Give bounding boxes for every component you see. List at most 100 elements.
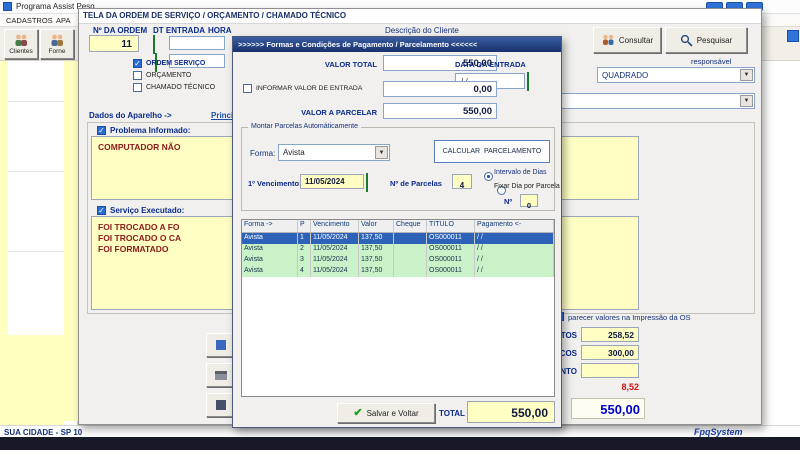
table-header-cell: Cheque xyxy=(394,220,427,232)
impressao-note: parecer valores na Impressão da OS xyxy=(568,313,691,322)
table-cell: OS000011 xyxy=(427,255,475,266)
toolbar-clientes-button[interactable]: Clientes xyxy=(4,29,38,59)
dialog-titlebar[interactable]: >>>>>> Formas e Condições de Pagamento /… xyxy=(233,37,561,52)
problema-label: Problema Informado: xyxy=(110,126,191,135)
responsavel-combo[interactable]: QUADRADO ▼ xyxy=(597,67,755,83)
table-cell: 11/05/2024 xyxy=(311,233,359,244)
chamado-tecnico-checkbox[interactable] xyxy=(133,83,142,92)
consultar-icon xyxy=(601,34,615,46)
order-number-label: Nº DA ORDEM xyxy=(93,26,148,35)
vencimento-value: 11/05/2024 xyxy=(305,177,345,186)
suppliers-icon xyxy=(49,34,65,47)
table-row[interactable]: Avista 3 11/05/2024 137,50 OS000011/ / xyxy=(242,255,554,266)
pesquisar-label: Pesquisar xyxy=(696,35,733,45)
desconto-field xyxy=(581,363,639,378)
table-header-cell: Vencimento xyxy=(311,220,359,232)
calendar-icon[interactable] xyxy=(527,72,529,91)
chamado-tecnico-label: CHAMADO TÉCNICO xyxy=(146,84,216,91)
n-field[interactable]: 0 xyxy=(520,194,538,210)
table-cell: OS000011 xyxy=(427,266,475,277)
n-value: 0 xyxy=(526,201,532,210)
calendar-icon[interactable] xyxy=(153,35,155,54)
ordem-servico-label: ORDEM SERVIÇO xyxy=(146,60,206,67)
payment-table[interactable]: Forma -> P Vencimento Valor Cheque TITULO Paga… xyxy=(241,219,555,397)
table-cell: 11/05/2024 xyxy=(311,244,359,255)
fixar-dia-label: Fixar Dia por Parcela xyxy=(494,183,560,190)
vencimento-field[interactable]: 11/05/2024 xyxy=(300,174,364,189)
consultar-button[interactable]: Consultar xyxy=(593,27,661,53)
menu-apa[interactable]: APA xyxy=(56,16,70,25)
valor-entrada-value: 0,00 xyxy=(473,84,493,95)
taskbar[interactable] xyxy=(0,437,800,450)
forma-label: Forma: xyxy=(250,149,276,158)
table-cell: 3 xyxy=(298,255,311,266)
servicos-total-value: 300,00 xyxy=(608,348,634,358)
grand-total-field: 550,00 xyxy=(571,398,645,419)
consultar-label: Consultar xyxy=(618,35,654,45)
produtos-total-field: 258,52 xyxy=(581,327,639,342)
servico-checkbox[interactable]: ✓ xyxy=(97,206,106,215)
intervalo-dias-radio[interactable] xyxy=(484,172,493,181)
table-cell xyxy=(394,255,427,266)
table-row[interactable]: Avista 4 11/05/2024 137,50 OS000011/ / xyxy=(242,266,554,277)
servico-label: Serviço Executado: xyxy=(110,206,185,215)
valor-parcelar-label: VALOR A PARCELAR xyxy=(301,108,377,117)
salvar-voltar-button[interactable]: ✔ Salvar e Voltar xyxy=(337,403,435,423)
table-cell: 137,50 xyxy=(359,255,394,266)
search-icon xyxy=(680,34,693,47)
ordem-servico-checkbox[interactable]: ✓ xyxy=(133,59,142,68)
produtos-total-value: 258,52 xyxy=(608,330,634,340)
table-header-cell: Forma -> xyxy=(242,220,298,232)
side-control-button[interactable] xyxy=(787,30,799,42)
valor-entrada-field[interactable]: 0,00 xyxy=(383,81,497,97)
intervalo-dias-label: Intervalo de Dias xyxy=(494,169,547,176)
calendar-icon[interactable] xyxy=(366,173,368,192)
table-cell: Avista xyxy=(242,266,298,277)
montar-parcelas-legend: Montar Parcelas Automáticamente xyxy=(248,123,361,130)
parcelas-label: Nº de Parcelas xyxy=(390,179,442,188)
responsavel-label: responsável xyxy=(691,57,732,66)
parcelas-field[interactable]: 4 xyxy=(452,174,472,190)
grand-total-value: 550,00 xyxy=(600,402,640,417)
table-cell: OS000011 xyxy=(427,244,475,255)
printer-icon xyxy=(215,370,227,380)
data-entrada-label: DATA DA ENTRADA xyxy=(455,60,526,69)
table-cell: 137,50 xyxy=(359,266,394,277)
table-row[interactable]: Avista 2 11/05/2024 137,50 OS000011/ / xyxy=(242,244,554,255)
table-header-cell: TITULO xyxy=(427,220,475,232)
chevron-down-icon[interactable]: ▼ xyxy=(740,69,753,81)
order-number-field[interactable]: 11 xyxy=(89,35,139,52)
menu-cadastros[interactable]: CADASTROS xyxy=(6,16,53,25)
forma-combo[interactable]: Avista ▼ xyxy=(278,144,390,161)
chevron-down-icon[interactable]: ▼ xyxy=(740,95,753,107)
table-cell xyxy=(394,244,427,255)
informar-entrada-label: INFORMAR VALOR DE ENTRADA xyxy=(256,85,363,92)
calcular-parcelamento-button[interactable]: CALCULAR PARCELAMENTO xyxy=(434,140,550,163)
os-title: TELA DA ORDEM DE SERVIÇO / ORÇAMENTO / C… xyxy=(83,11,347,20)
dialog-total-label: TOTAL xyxy=(439,409,465,418)
orcamento-label: ORÇAMENTO xyxy=(146,72,192,79)
tab-dados-aparelho[interactable]: Dados do Aparelho -> xyxy=(89,111,172,120)
chevron-down-icon[interactable]: ▼ xyxy=(375,146,388,159)
list-divider xyxy=(8,171,64,172)
informar-entrada-checkbox[interactable] xyxy=(243,84,252,93)
problema-checkbox[interactable]: ✓ xyxy=(97,126,106,135)
table-cell: Avista xyxy=(242,233,298,244)
os-titlebar[interactable]: TELA DA ORDEM DE SERVIÇO / ORÇAMENTO / C… xyxy=(79,9,761,24)
valor-total-label: VALOR TOTAL xyxy=(324,60,377,69)
table-header-cell: Valor xyxy=(359,220,394,232)
dt-entrada-label: DT ENTRADA xyxy=(153,26,205,35)
problema-text: COMPUTADOR NÃO xyxy=(98,142,181,152)
orcamento-checkbox[interactable] xyxy=(133,71,142,80)
pesquisar-button[interactable]: Pesquisar xyxy=(665,27,747,53)
servico-line: FOI TROCADO O CA xyxy=(98,233,182,243)
table-cell: Avista xyxy=(242,244,298,255)
left-list-panel[interactable] xyxy=(0,61,78,425)
toolbar-fornecedores-label: Forne xyxy=(48,47,66,55)
valor-parcelar-value: 550,00 xyxy=(462,106,492,117)
table-row[interactable]: Avista 1 11/05/2024 137,50 OS000011/ / xyxy=(242,233,554,244)
dt-entrada-field[interactable] xyxy=(169,36,225,50)
table-cell: OS000011 xyxy=(427,233,475,244)
toolbar-fornecedores-button[interactable]: Forne xyxy=(40,29,74,59)
table-cell: 11/05/2024 xyxy=(311,255,359,266)
